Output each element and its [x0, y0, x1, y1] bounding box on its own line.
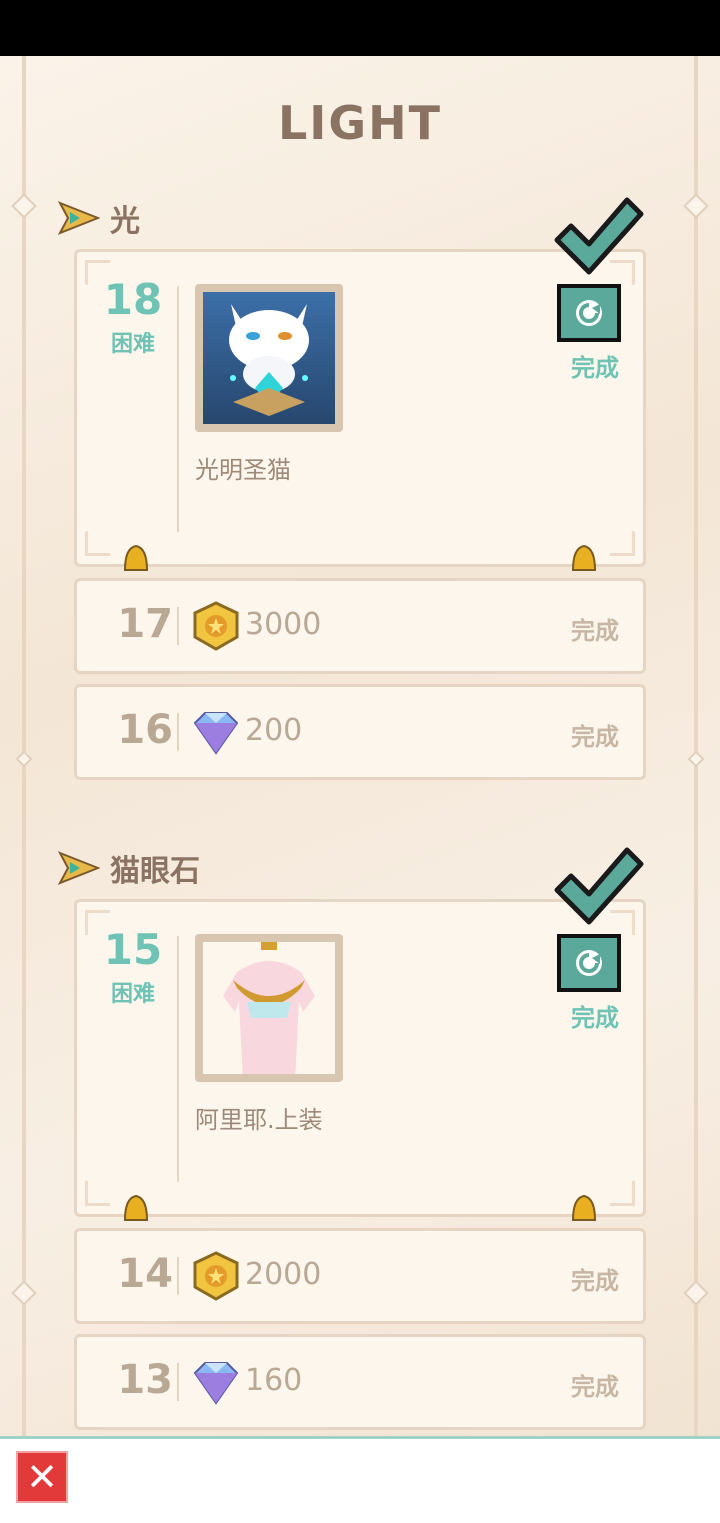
- bell-ornament-icon: [571, 544, 597, 571]
- status-label: 完成: [571, 1004, 619, 1032]
- item-name: 光明圣猫: [195, 456, 291, 484]
- section-header: 光: [58, 198, 140, 239]
- checkmark-icon: [554, 847, 644, 925]
- right-rail: [694, 56, 698, 1436]
- status-bar: [0, 0, 720, 56]
- reward-row: 17 3000 完成: [74, 578, 646, 674]
- left-rail: [22, 56, 26, 1436]
- item-slot[interactable]: [195, 934, 343, 1082]
- top-garment-icon: [203, 942, 335, 1074]
- rail-gem-icon: [11, 193, 37, 219]
- divider: [177, 936, 179, 1182]
- level-number: 13: [117, 1357, 173, 1403]
- coin-icon: [193, 601, 239, 651]
- reward-panel: LIGHT 光 18 困难 光明圣猫 完成 17 3000 完成 16 200 …: [0, 56, 720, 1436]
- arrow-gem-icon: [58, 201, 100, 235]
- section-title: 光: [110, 204, 140, 239]
- item-slot[interactable]: [195, 284, 343, 432]
- rail-gem-icon: [683, 193, 709, 219]
- featured-reward-card: 18 困难 光明圣猫 完成: [74, 197, 646, 571]
- reward-amount: 200: [245, 713, 303, 748]
- level-number: 18: [103, 275, 163, 324]
- status-label: 完成: [571, 617, 619, 645]
- reward-row: 14 2000 完成: [74, 1228, 646, 1324]
- rail-gem-icon: [15, 750, 33, 768]
- reward-amount: 160: [245, 1363, 303, 1398]
- bell-ornament-icon: [123, 544, 149, 571]
- item-name: 阿里耶.上装: [195, 1106, 323, 1134]
- reward-amount: 3000: [245, 607, 322, 642]
- level-number: 15: [103, 925, 163, 974]
- checkmark-icon: [554, 197, 644, 275]
- difficulty-label: 困难: [110, 332, 155, 357]
- featured-reward-card: 15 困难 阿里耶.上装 完成: [74, 847, 646, 1221]
- refresh-icon: [576, 300, 602, 326]
- level-number: 14: [117, 1251, 173, 1297]
- rail-gem-icon: [687, 750, 705, 768]
- status-label: 完成: [571, 1267, 619, 1295]
- bottom-bar: ✕: [0, 1436, 720, 1523]
- level-number: 16: [117, 707, 173, 753]
- reward-row: 13 160 完成: [74, 1334, 646, 1430]
- rail-gem-icon: [683, 1280, 709, 1306]
- holy-cat-icon: [203, 292, 335, 424]
- status-label: 完成: [571, 1373, 619, 1401]
- bell-ornament-icon: [571, 1194, 597, 1221]
- divider: [177, 286, 179, 532]
- section-title: 猫眼石: [110, 854, 200, 889]
- coin-icon: [193, 1251, 239, 1301]
- bell-ornament-icon: [123, 1194, 149, 1221]
- section-header: 猫眼石: [58, 848, 200, 889]
- refresh-button[interactable]: [557, 934, 621, 992]
- refresh-icon: [576, 950, 602, 976]
- reward-amount: 2000: [245, 1257, 322, 1292]
- page-title: LIGHT: [277, 96, 443, 150]
- refresh-button[interactable]: [557, 284, 621, 342]
- close-button[interactable]: ✕: [16, 1451, 68, 1503]
- diamond-icon: [193, 712, 239, 755]
- reward-row: 16 200 完成: [74, 684, 646, 780]
- status-label: 完成: [571, 354, 619, 382]
- rail-gem-icon: [11, 1280, 37, 1306]
- difficulty-label: 困难: [110, 982, 155, 1007]
- diamond-icon: [193, 1362, 239, 1405]
- status-label: 完成: [571, 723, 619, 751]
- arrow-gem-icon: [58, 851, 100, 885]
- level-number: 17: [117, 601, 173, 647]
